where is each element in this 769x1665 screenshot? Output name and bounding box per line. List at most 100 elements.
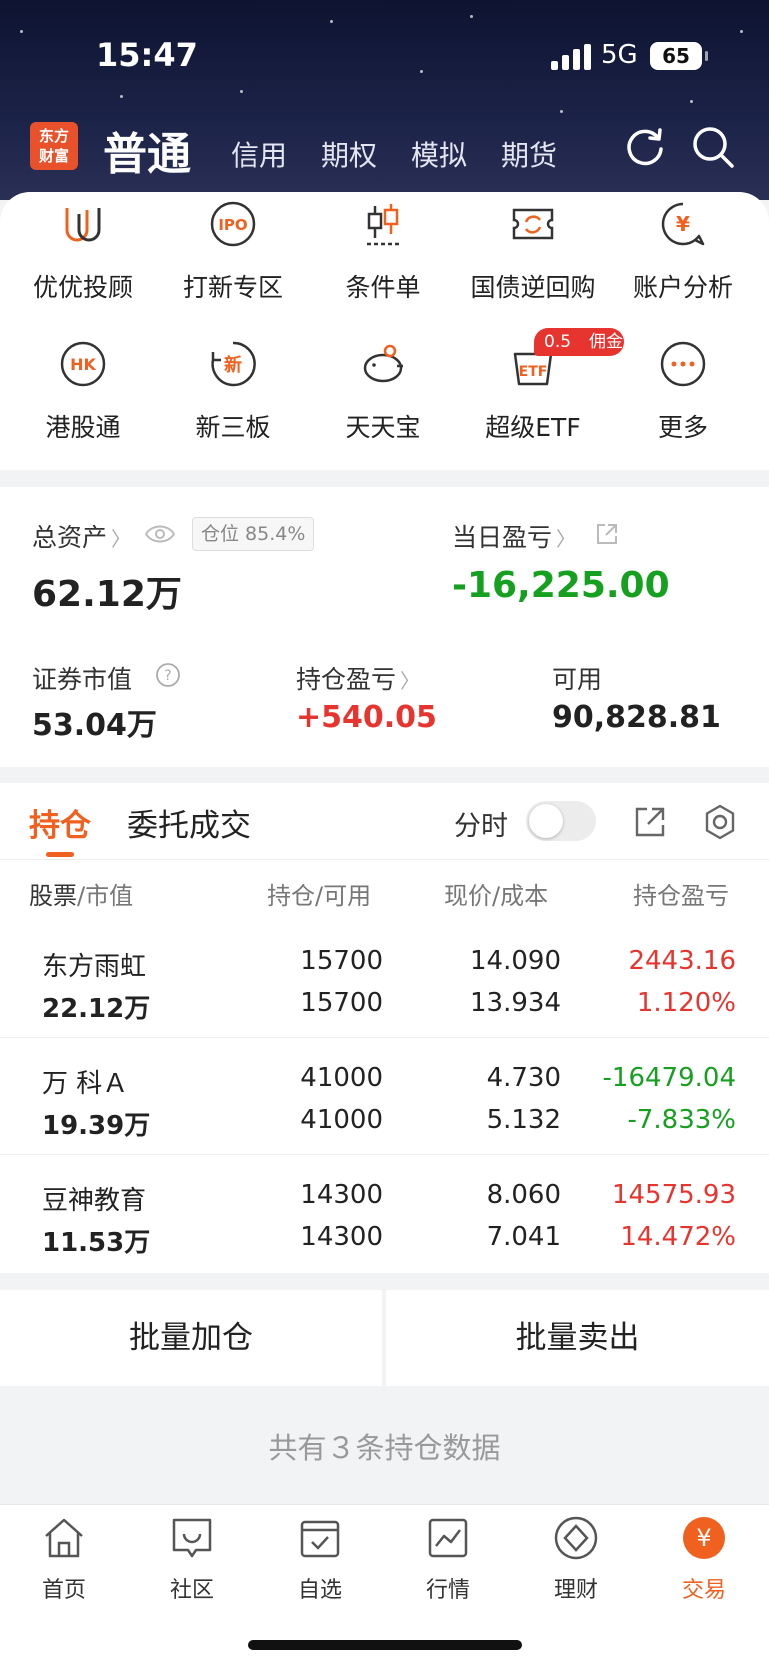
table-row[interactable]: 东方雨虹 22.12万 15700 15700 14.090 13.934 24… [0,921,769,1038]
community-icon [172,1518,212,1558]
batch-add-button[interactable]: 批量加仓 [0,1290,382,1386]
stock-cost: 5.132 [486,1105,561,1135]
tab-credit[interactable]: 信用 [231,134,287,174]
nav-watchlist[interactable]: 自选 [256,1514,384,1604]
daily-pl-value: -16,225.00 [452,565,670,606]
stock-pl-percent: -7.833% [627,1105,736,1135]
battery-icon: 65 [650,42,708,70]
more-dots-icon [660,341,706,387]
svg-text:?: ? [164,668,171,684]
stock-pl: 14575.93 [611,1180,736,1210]
tab-normal[interactable]: 普通 [103,118,191,182]
quick-item-reverse-repo[interactable]: 国债逆回购 [458,200,608,304]
nav-trade[interactable]: ¥ 交易 [640,1514,768,1604]
hk-icon: HK [60,341,106,387]
network-label: 5G [601,40,638,70]
nav-wealth[interactable]: 理财 [512,1514,640,1604]
xin-icon: 新 [211,341,256,387]
svg-text:¥: ¥ [696,1524,711,1552]
nav-market[interactable]: 行情 [384,1514,512,1604]
holdings-count-note: 共有３条持仓数据 [268,1431,501,1465]
table-row[interactable]: 豆神教育 11.53万 14300 14300 8.060 7.041 1457… [0,1155,769,1272]
stock-pl-percent: 14.472% [620,1222,736,1252]
stock-pl: 2443.16 [628,946,736,976]
total-assets-label[interactable]: 总资产〉 [32,518,131,554]
tab-positions[interactable]: 持仓 [29,800,91,845]
holding-pl-label[interactable]: 持仓盈亏〉 [296,660,420,696]
home-indicator [248,1640,522,1650]
col-header-position: 持仓/可用 [267,882,372,910]
quick-item-neeq[interactable]: 新 新三板 [158,340,308,444]
stock-pl: -16479.04 [602,1063,736,1093]
tab-orders-trades[interactable]: 委托成交 [127,800,251,845]
stock-market-value: 11.53万 [42,1228,151,1258]
piggy-bank-icon [363,344,403,383]
quick-item-account-analysis[interactable]: ¥ 账户分析 [608,200,758,304]
stock-pl-percent: 1.120% [636,988,736,1018]
col-header-stock: 股票/市值 [29,882,134,910]
stock-position: 14300 [300,1180,383,1210]
available-value: 90,828.81 [552,700,721,735]
svg-text:IPO: IPO [218,216,247,234]
quick-item-condition-order[interactable]: 条件单 [308,200,458,304]
nav-home[interactable]: 首页 [0,1514,128,1604]
holdings-divider [0,859,769,860]
app-logo: 东方 财富 [30,122,78,170]
tab-simulated[interactable]: 模拟 [411,134,467,174]
stock-name: 东方雨虹 [42,952,147,982]
tab-futures[interactable]: 期货 [501,134,557,174]
col-header-price: 现价/成本 [444,882,549,910]
quick-item-ipo[interactable]: IPO 打新专区 [158,200,308,304]
fenshi-toggle[interactable] [526,801,596,841]
market-value: 53.04万 [32,708,157,743]
wealth-icon [554,1516,598,1560]
refresh-icon[interactable] [622,124,668,170]
svg-text:新: 新 [224,354,242,376]
stock-price: 14.090 [470,946,561,976]
home-icon [45,1518,83,1558]
quick-item-hk-connect[interactable]: HK 港股通 [8,340,158,444]
watchlist-icon [300,1520,340,1558]
quick-item-youyou[interactable]: 优优投顾 [8,200,158,304]
available-label: 可用 [552,665,603,694]
status-time: 15:47 [96,36,198,74]
svg-text:¥: ¥ [676,212,690,236]
trade-icon: ¥ [683,1517,725,1559]
stock-position: 15700 [300,946,383,976]
holding-pl-value: +540.05 [296,700,437,735]
search-icon[interactable] [690,124,736,170]
stock-name: 豆神教育 [42,1186,147,1216]
stock-price: 4.730 [486,1063,561,1093]
svg-text:HK: HK [70,355,96,374]
stock-cost: 7.041 [486,1222,561,1252]
share-icon[interactable] [595,522,619,546]
etf-commission-badge: 0.5 佣金 [534,328,624,356]
yen-chat-icon: ¥ [661,202,705,246]
export-icon[interactable] [633,805,667,839]
signal-icon [551,44,593,70]
stock-market-value: 19.39万 [42,1111,151,1141]
stock-available: 41000 [300,1105,383,1135]
quick-item-tiantianbao[interactable]: 天天宝 [308,340,458,444]
total-assets-value: 62.12万 [32,574,182,615]
settings-icon[interactable] [701,803,739,841]
nav-community[interactable]: 社区 [128,1514,256,1604]
stock-available: 14300 [300,1222,383,1252]
svg-text:ETF: ETF [519,364,548,380]
table-row[interactable]: 万 科Ａ 19.39万 41000 41000 4.730 5.132 -164… [0,1038,769,1155]
tab-underline [46,852,74,857]
stock-price: 8.060 [486,1180,561,1210]
daily-pl-label[interactable]: 当日盈亏〉 [452,518,576,554]
stock-market-value: 22.12万 [42,994,151,1024]
batch-sell-button[interactable]: 批量卖出 [386,1290,769,1386]
stock-name: 万 科Ａ [42,1069,129,1099]
repo-ticket-icon [512,208,554,240]
quick-item-more[interactable]: 更多 [608,340,758,444]
fenshi-label: 分时 [454,811,508,842]
help-icon[interactable]: ? [155,662,181,688]
eye-icon[interactable] [144,522,176,546]
candlestick-icon [367,204,399,246]
position-ratio-tag: 仓位 85.4% [192,517,315,551]
tab-options[interactable]: 期权 [321,134,377,174]
ipo-icon: IPO [210,201,256,247]
